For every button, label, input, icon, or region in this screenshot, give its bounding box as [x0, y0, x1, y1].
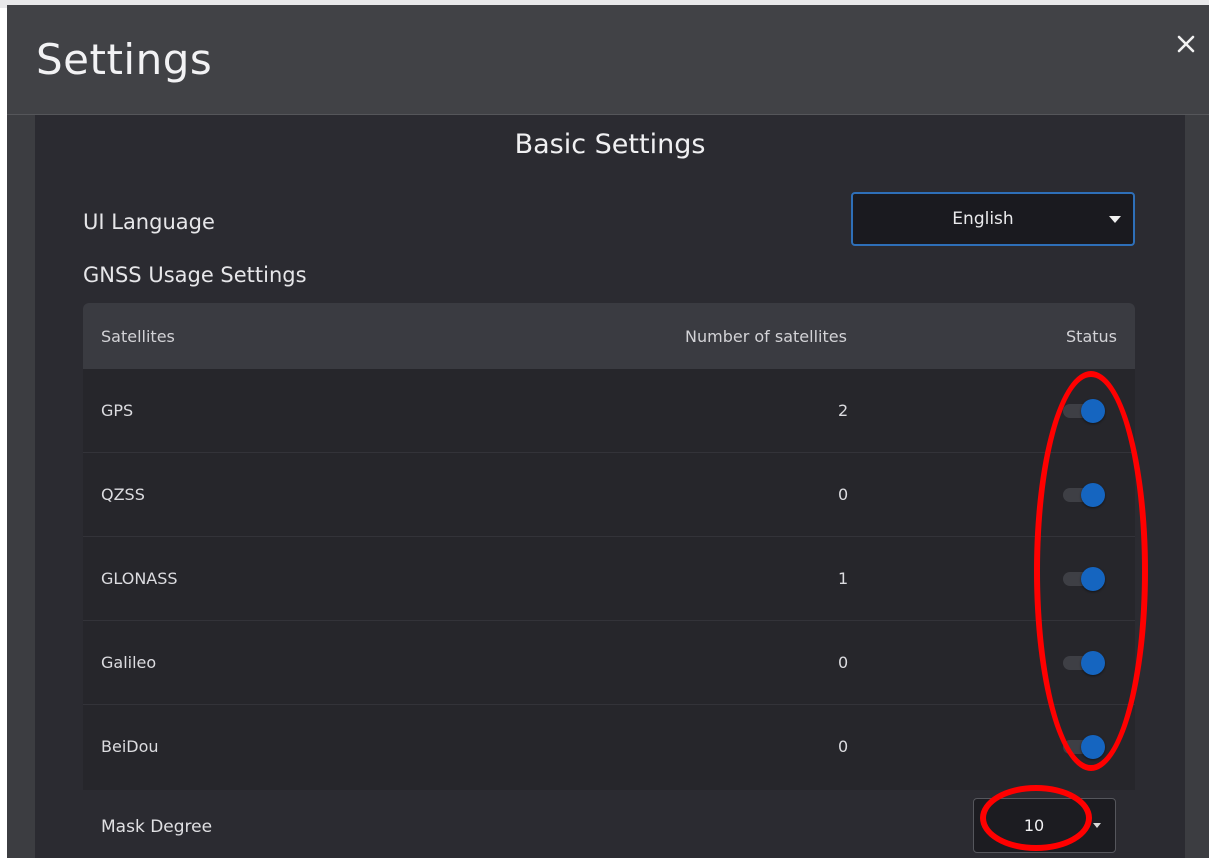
chevron-down-icon — [1109, 216, 1121, 223]
table-row: GPS 2 — [83, 369, 1135, 453]
table-row: QZSS 0 — [83, 453, 1135, 537]
satellite-count: 0 — [838, 485, 849, 504]
ui-language-value: English — [952, 209, 1014, 229]
close-icon[interactable] — [1173, 31, 1199, 57]
table-row: Galileo 0 — [83, 621, 1135, 705]
satellite-name: GPS — [101, 401, 134, 420]
table-row: BeiDou 0 — [83, 705, 1135, 789]
dialog-header: Settings — [7, 5, 1209, 115]
glonass-toggle[interactable] — [1063, 567, 1107, 591]
ui-language-label: UI Language — [83, 210, 215, 234]
satellite-count: 2 — [838, 401, 849, 420]
beidou-toggle[interactable] — [1063, 735, 1107, 759]
satellite-count: 0 — [838, 653, 849, 672]
gnss-table: Satellites Number of satellites Status G… — [83, 303, 1135, 790]
table-header: Satellites Number of satellites Status — [83, 303, 1135, 369]
satellite-name: GLONASS — [101, 569, 178, 588]
column-header-satellites: Satellites — [101, 327, 175, 346]
column-header-number: Number of satellites — [685, 327, 847, 346]
satellite-count: 0 — [838, 737, 849, 756]
satellite-name: QZSS — [101, 485, 145, 504]
dialog-title: Settings — [36, 35, 213, 84]
gps-toggle[interactable] — [1063, 399, 1107, 423]
toggle-knob — [1081, 651, 1105, 675]
toggle-knob — [1081, 483, 1105, 507]
settings-dialog: Settings Basic Settings UI Language Engl… — [7, 5, 1209, 858]
ui-language-select[interactable]: English — [851, 192, 1135, 246]
section-title: Basic Settings — [514, 129, 706, 160]
qzss-toggle[interactable] — [1063, 483, 1107, 507]
mask-degree-input[interactable]: 10 — [973, 798, 1116, 853]
gnss-usage-label: GNSS Usage Settings — [83, 263, 307, 287]
satellite-name: BeiDou — [101, 737, 159, 756]
galileo-toggle[interactable] — [1063, 651, 1107, 675]
basic-settings-panel: Basic Settings UI Language English GNSS … — [35, 115, 1185, 858]
chevron-down-icon — [1093, 823, 1101, 828]
toggle-knob — [1081, 399, 1105, 423]
column-header-status: Status — [1066, 327, 1117, 346]
toggle-knob — [1081, 567, 1105, 591]
mask-degree-label: Mask Degree — [101, 817, 213, 837]
satellite-name: Galileo — [101, 653, 157, 672]
table-row: GLONASS 1 — [83, 537, 1135, 621]
toggle-knob — [1081, 735, 1105, 759]
satellite-count: 1 — [838, 569, 849, 588]
mask-degree-value: 10 — [1023, 816, 1045, 835]
